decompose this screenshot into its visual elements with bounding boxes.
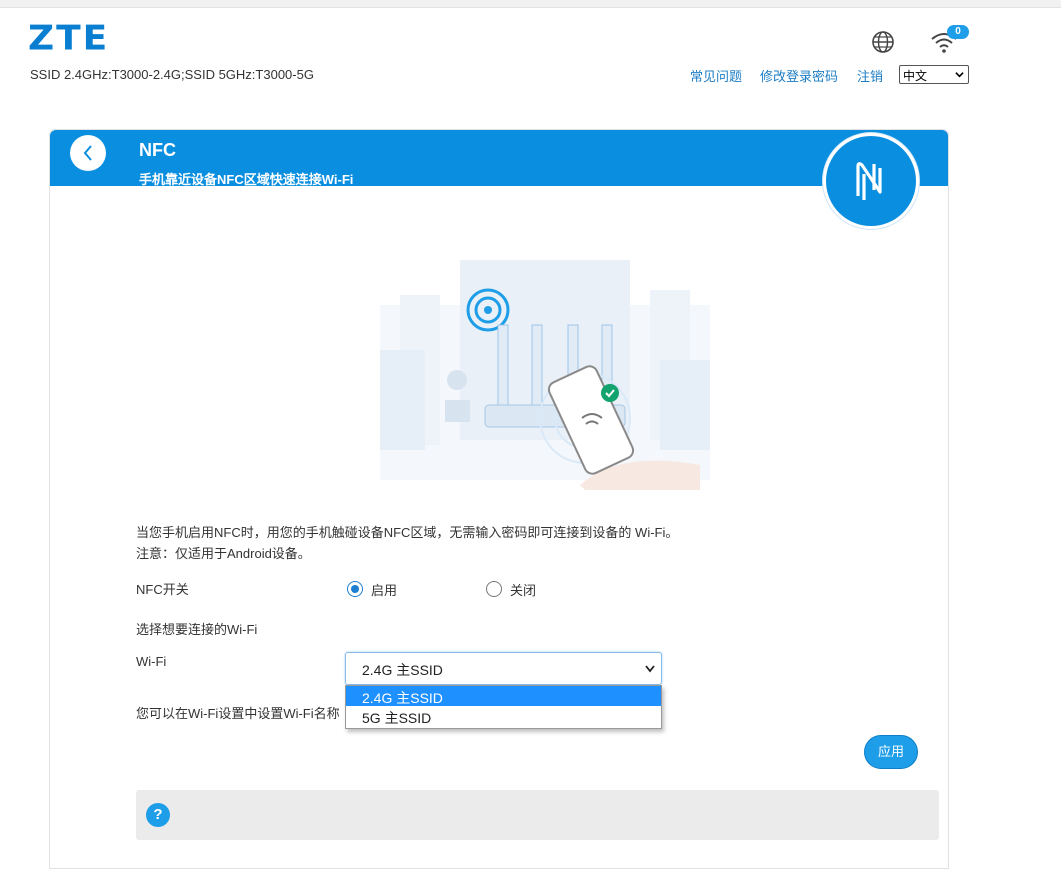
nfc-disable-label[interactable]: 关闭 [510,580,536,599]
back-button[interactable] [70,135,106,171]
choose-wifi-label: 选择想要连接的Wi-Fi [136,622,258,637]
nfc-disable-radio[interactable] [486,581,502,597]
wifi-select-value: 2.4G 主SSID [362,662,443,678]
wifi-label: Wi-Fi [136,654,167,669]
wifi-option-2g[interactable]: 2.4G 主SSID [346,686,661,706]
help-icon[interactable]: ? [146,803,170,827]
nfc-logo-icon [823,133,919,229]
wifi-dropdown-list: 2.4G 主SSID 5G 主SSID [345,685,662,729]
wifi-select[interactable]: 2.4G 主SSID [345,652,662,685]
wifi-hint-text: 您可以在Wi-Fi设置中设置Wi-Fi名称 [136,706,340,721]
language-select-value: 中文 [903,69,928,83]
nfc-switch-label: NFC开关 [136,582,189,597]
chevron-down-icon [645,665,655,673]
zte-logo: ZTE [28,19,110,58]
wifi-count-badge: 0 [947,25,969,39]
language-select[interactable]: 中文 [899,65,969,84]
chevron-down-icon [955,72,964,78]
nfc-note: 注意：仅适用于Android设备。 [136,546,311,561]
browser-top-strip [0,0,1061,8]
chevron-left-icon [83,145,92,161]
ssid-info: SSID 2.4GHz:T3000-2.4G;SSID 5GHz:T3000-5… [30,67,314,82]
logout-link[interactable]: 注销 [857,66,883,85]
page-subtitle: 手机靠近设备NFC区域快速连接Wi-Fi [139,172,354,187]
card-header: NFC 手机靠近设备NFC区域快速连接Wi-Fi [50,130,948,229]
nfc-enable-label[interactable]: 启用 [371,580,397,599]
nfc-card: NFC 手机靠近设备NFC区域快速连接Wi-Fi 当您手机启用NFC时，用您的手… [49,129,949,869]
faq-link[interactable]: 常见问题 [690,66,742,85]
nfc-description: 当您手机启用NFC时，用您的手机触碰设备NFC区域，无需输入密码即可连接到设备的… [136,525,679,540]
apply-button[interactable]: 应用 [864,735,918,769]
page-title: NFC [139,140,176,160]
help-panel: ? [136,790,939,840]
wifi-option-5g[interactable]: 5G 主SSID [346,706,661,726]
globe-icon[interactable] [871,30,895,54]
nfc-enable-radio[interactable] [347,581,363,597]
nfc-router-illustration [380,260,710,490]
change-password-link[interactable]: 修改登录密码 [760,66,838,85]
